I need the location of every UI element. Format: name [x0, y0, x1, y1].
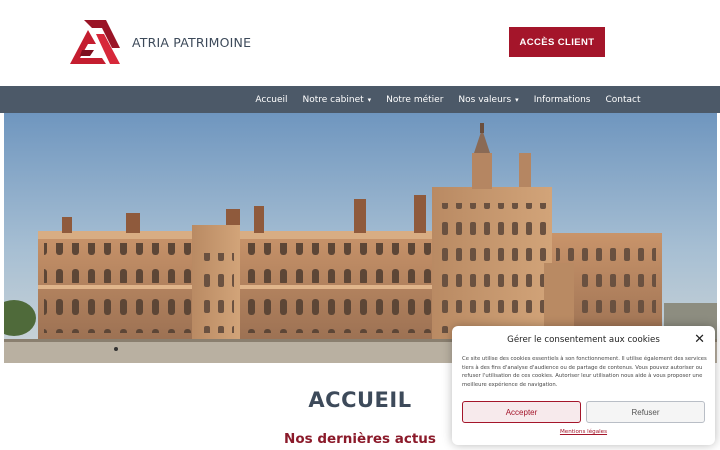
chevron-down-icon: ▾	[367, 95, 372, 104]
nav-item-contact[interactable]: Contact	[598, 95, 648, 105]
main-nav: Accueil Notre cabinet ▾ Notre métier Nos…	[0, 86, 720, 113]
accept-cookies-button[interactable]: Accepter	[462, 401, 581, 423]
nav-items: Accueil Notre cabinet ▾ Notre métier Nos…	[248, 86, 648, 113]
nav-item-label: Contact	[605, 94, 641, 105]
nav-item-notre-metier[interactable]: Notre métier	[379, 95, 451, 105]
triangle-logo-icon[interactable]	[70, 20, 120, 64]
close-icon[interactable]: ✕	[694, 333, 705, 346]
nav-item-label: Nos valeurs	[458, 94, 512, 105]
page: ATRIA PATRIMOINE ACCÈS CLIENT Accueil No…	[0, 0, 720, 450]
nav-item-label: Informations	[533, 94, 591, 105]
nav-item-notre-cabinet[interactable]: Notre cabinet ▾	[295, 95, 379, 105]
site-header: ATRIA PATRIMOINE ACCÈS CLIENT	[0, 0, 720, 86]
nav-item-informations[interactable]: Informations	[526, 95, 598, 105]
nav-item-label: Notre métier	[386, 94, 444, 105]
legal-notice-link[interactable]: Mentions légales	[452, 429, 715, 435]
cookie-consent-banner: Gérer le consentement aux cookies ✕ Ce s…	[452, 326, 715, 445]
refuse-cookies-button[interactable]: Refuser	[586, 401, 705, 423]
nav-item-accueil[interactable]: Accueil	[248, 95, 295, 105]
nav-item-label: Accueil	[255, 94, 288, 105]
client-access-button[interactable]: ACCÈS CLIENT	[509, 27, 605, 57]
cookie-title: Gérer le consentement aux cookies	[507, 335, 660, 345]
cookie-description: Ce site utilise des cookies essentiels à…	[462, 356, 707, 388]
nav-item-label: Notre cabinet	[302, 94, 364, 105]
brand-name[interactable]: ATRIA PATRIMOINE	[132, 35, 251, 50]
nav-item-nos-valeurs[interactable]: Nos valeurs ▾	[451, 95, 526, 105]
chevron-down-icon: ▾	[515, 95, 519, 104]
